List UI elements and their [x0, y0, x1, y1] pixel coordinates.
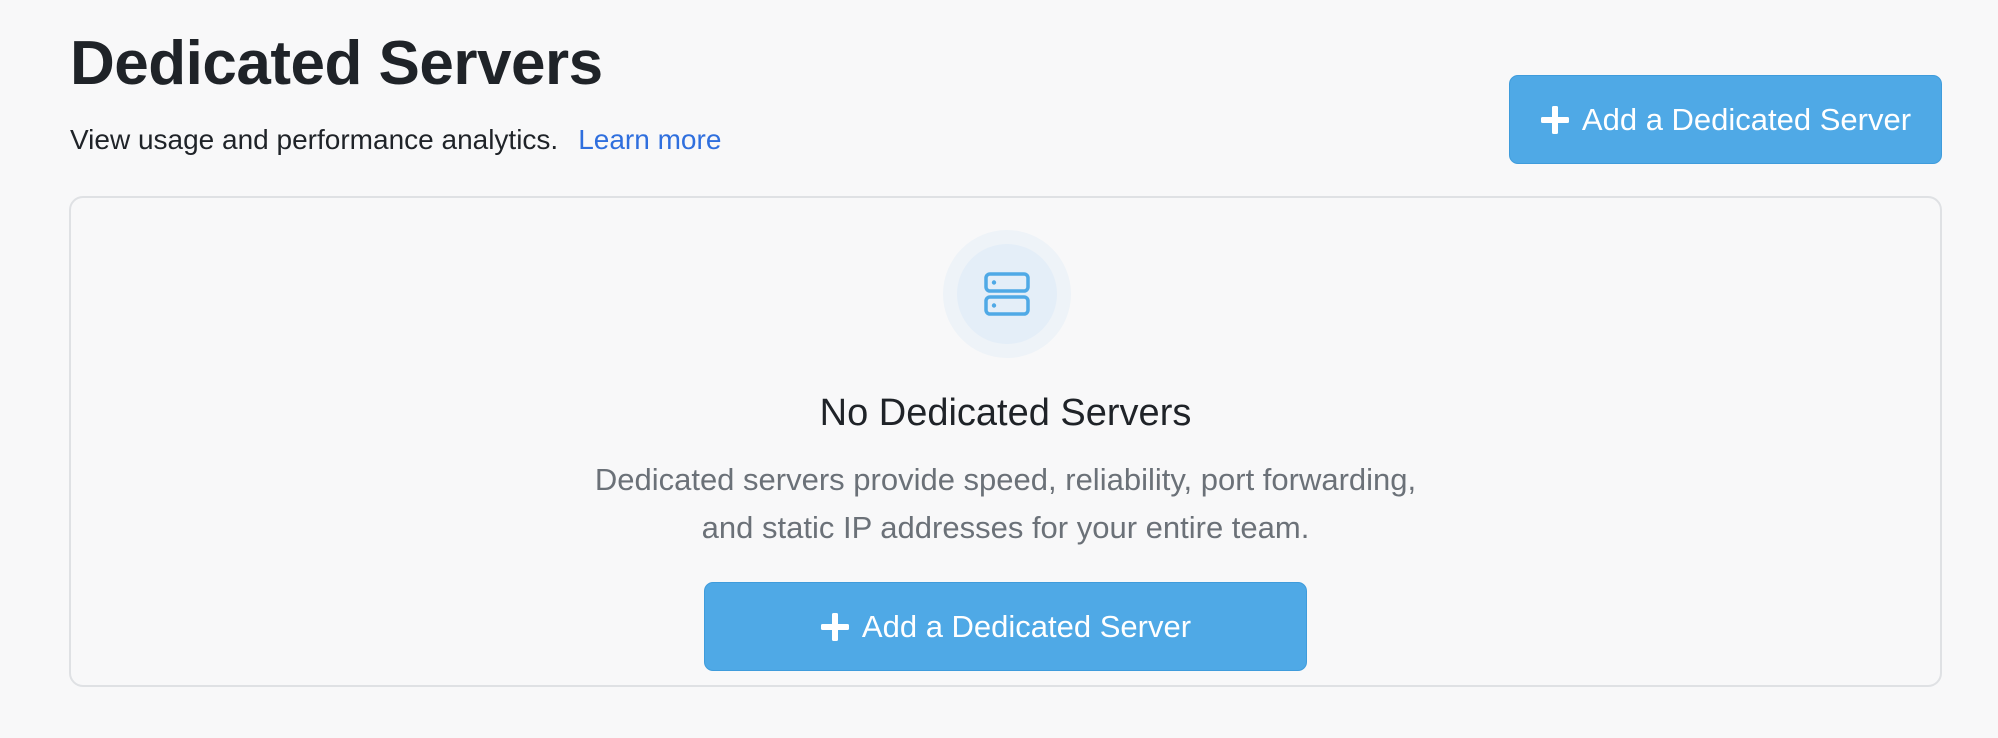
empty-state-description: Dedicated servers provide speed, reliabi… [71, 456, 1940, 552]
page-subtitle: View usage and performance analytics. [70, 124, 559, 155]
learn-more-link[interactable]: Learn more [578, 124, 721, 155]
add-dedicated-server-label: Add a Dedicated Server [1581, 101, 1912, 137]
empty-state-title: No Dedicated Servers [819, 392, 1192, 434]
plus-icon [820, 612, 849, 641]
page-subtitle-row: View usage and performance analytics. Lea… [70, 122, 721, 158]
server-icon [984, 272, 1030, 316]
page-header: Dedicated Servers View usage and perform… [70, 26, 721, 158]
empty-state-description-line-1: Dedicated servers provide speed, reliabi… [594, 462, 1417, 497]
plus-icon [1540, 105, 1569, 134]
server-icon-badge [943, 230, 1071, 358]
empty-state-add-server-label: Add a Dedicated Server [861, 608, 1192, 644]
empty-state-add-server-button[interactable]: Add a Dedicated Server [704, 582, 1307, 671]
empty-state-card: No Dedicated Servers Dedicated servers p… [69, 196, 1942, 687]
add-dedicated-server-button[interactable]: Add a Dedicated Server [1509, 75, 1942, 164]
empty-state-description-line-2: and static IP addresses for your entire … [701, 510, 1310, 545]
page-title: Dedicated Servers [70, 29, 603, 98]
